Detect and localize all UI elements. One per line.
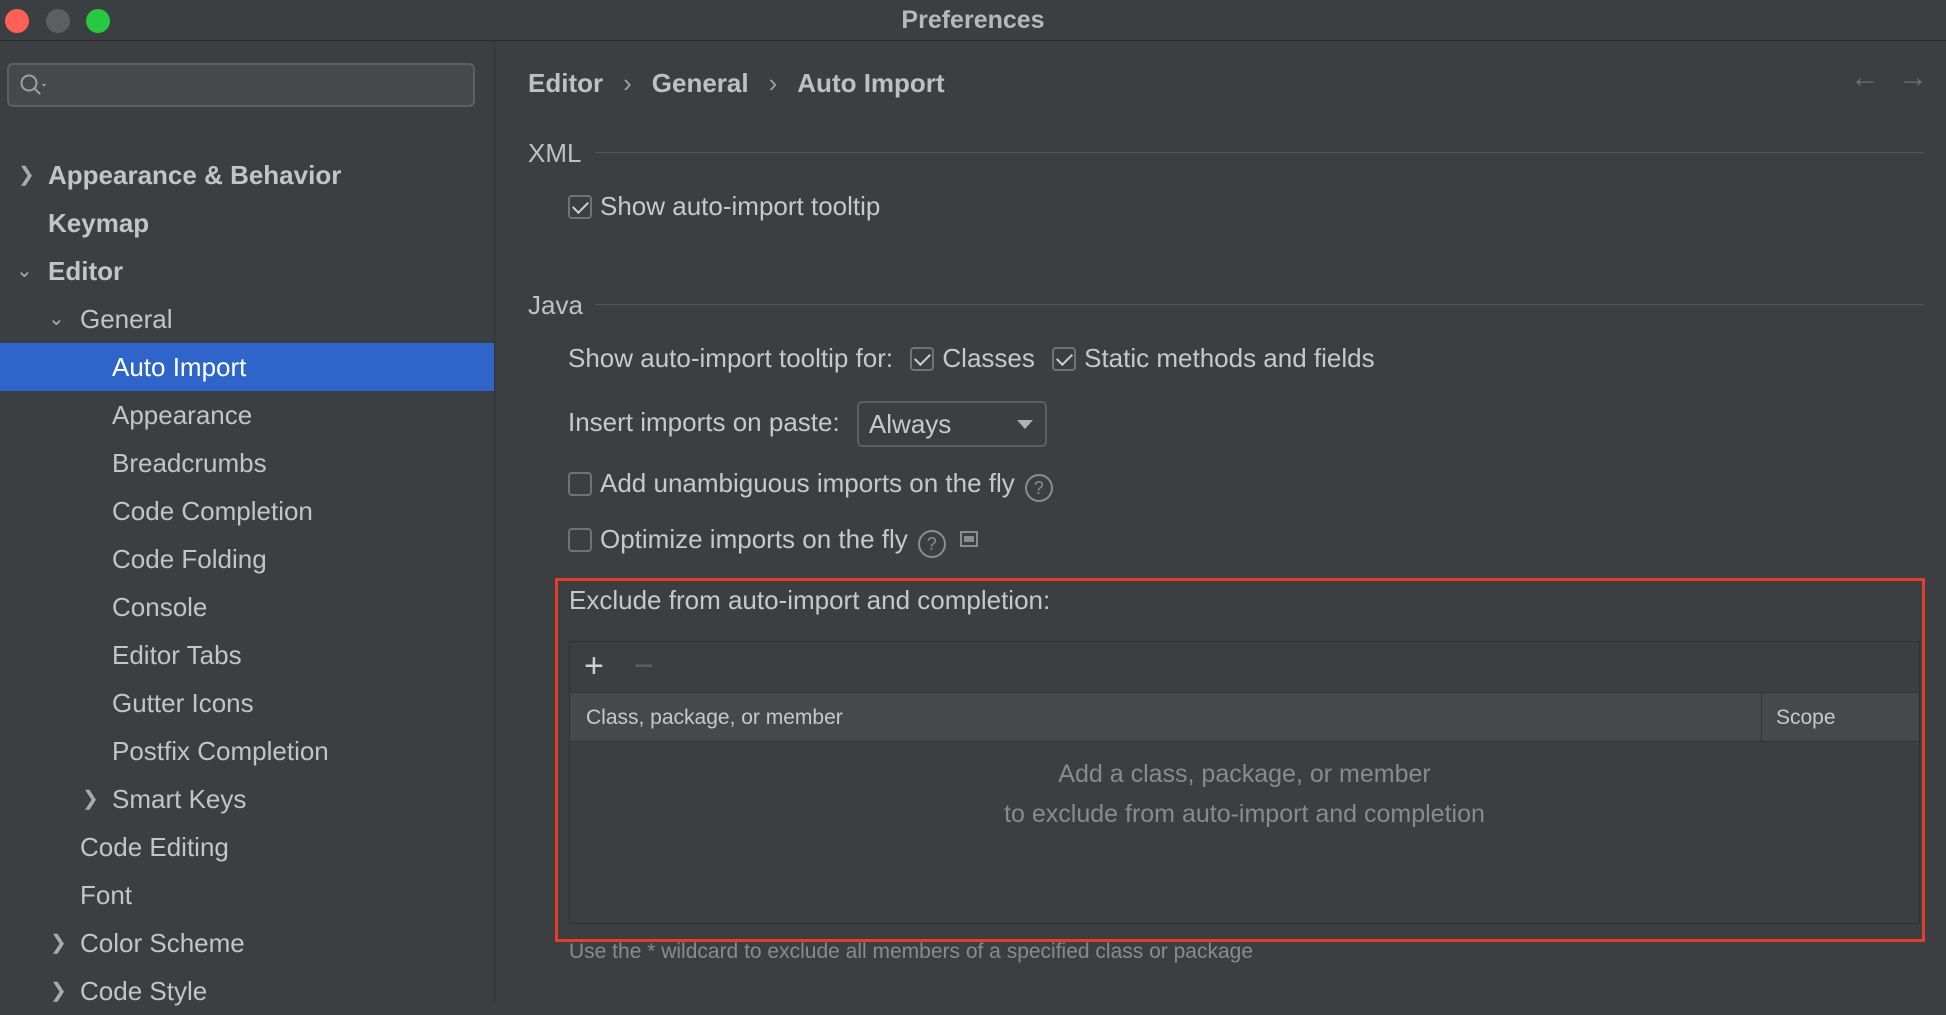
sidebar-item-label: Editor Tabs: [112, 640, 242, 670]
chevron-right-icon: ❯: [82, 788, 99, 810]
sidebar-item-label: Console: [112, 592, 208, 622]
sidebar-item-label: Postfix Completion: [112, 736, 329, 766]
column-header-scope[interactable]: Scope: [1776, 706, 1836, 730]
static-members-label[interactable]: Static methods and fields: [1084, 343, 1375, 373]
sidebar-item-general[interactable]: ⌄ General: [0, 295, 494, 343]
window-title: Preferences: [901, 6, 1045, 34]
history-navigation: ← →: [1832, 61, 1928, 95]
section-divider: [595, 304, 1923, 305]
unambiguous-imports-row[interactable]: Add unambiguous imports on the fly?: [568, 468, 1053, 502]
help-icon[interactable]: ?: [1024, 474, 1053, 502]
checkbox-label: Show auto-import tooltip: [600, 191, 881, 221]
chevron-right-icon: ❯: [50, 932, 67, 954]
sidebar-item-appearance[interactable]: Appearance: [0, 391, 494, 439]
breadcrumb-auto-import: Auto Import: [797, 68, 945, 98]
sidebar-item-keymap[interactable]: Keymap: [0, 199, 494, 247]
settings-search-input[interactable]: [7, 63, 475, 107]
empty-state-line: to exclude from auto-import and completi…: [1004, 800, 1485, 828]
help-icon[interactable]: ?: [917, 530, 946, 558]
sidebar-item-label: Breadcrumbs: [112, 448, 267, 478]
sidebar-item-label: Font: [80, 880, 133, 910]
chevron-right-icon: ❯: [18, 164, 35, 186]
sidebar-item-editor-tabs[interactable]: Editor Tabs: [0, 631, 494, 679]
sidebar-item-label: Color Scheme: [80, 928, 245, 958]
chevron-down-icon: ⌄: [48, 308, 65, 330]
sidebar-item-appearance-behavior[interactable]: ❯ Appearance & Behavior: [0, 151, 494, 199]
sidebar-item-gutter-icons[interactable]: Gutter Icons: [0, 679, 494, 727]
settings-link-icon[interactable]: [959, 531, 978, 547]
wildcard-hint: Use the * wildcard to exclude all member…: [569, 940, 1253, 963]
exclude-label: Exclude from auto-import and completion:: [569, 585, 1051, 615]
static-members-checkbox[interactable]: [1052, 347, 1077, 371]
tooltip-for-label: Show auto-import tooltip for:: [568, 343, 894, 373]
breadcrumb: Editor › General › Auto Import: [528, 68, 945, 99]
sidebar-item-label: Code Completion: [112, 496, 313, 526]
sidebar-item-label: Gutter Icons: [112, 688, 254, 718]
search-icon: [20, 74, 46, 95]
xml-show-tooltip-checkbox[interactable]: [568, 195, 592, 219]
insert-imports-row: Insert imports on paste: Always: [568, 401, 1047, 447]
empty-state-line: Add a class, package, or member: [1058, 760, 1431, 788]
remove-icon[interactable]: −: [634, 648, 654, 684]
column-divider[interactable]: [1761, 693, 1762, 741]
classes-checkbox[interactable]: [910, 347, 935, 371]
sidebar-item-font[interactable]: Font: [0, 871, 494, 919]
checkbox-label: Add unambiguous imports on the fly: [600, 468, 1015, 498]
classes-label[interactable]: Classes: [942, 343, 1034, 373]
sidebar-item-editor[interactable]: ⌄ Editor: [0, 247, 494, 295]
table-empty-state: Add a class, package, or member to exclu…: [570, 754, 1919, 834]
xml-show-tooltip-row[interactable]: Show auto-import tooltip: [568, 191, 880, 222]
exclude-table: + − Class, package, or member Scope Add …: [569, 641, 1920, 924]
unambiguous-imports-checkbox[interactable]: [568, 472, 592, 496]
xml-section-title: XML: [528, 138, 582, 168]
optimize-imports-row[interactable]: Optimize imports on the fly?: [568, 524, 978, 558]
sidebar-item-label: Code Editing: [80, 832, 229, 862]
sidebar-item-smart-keys[interactable]: ❯ Smart Keys: [0, 775, 494, 823]
table-toolbar: + −: [570, 642, 1919, 693]
chevron-down-icon: ⌄: [16, 260, 33, 282]
settings-sidebar: ❯ Appearance & Behavior Keymap ⌄ Editor …: [0, 41, 495, 1006]
chevron-right-icon: ›: [768, 68, 778, 98]
back-arrow-icon[interactable]: ←: [1850, 61, 1880, 94]
sidebar-item-label: Code Folding: [112, 544, 267, 574]
forward-arrow-icon[interactable]: →: [1898, 61, 1928, 94]
chevron-right-icon: ›: [623, 68, 632, 98]
sidebar-item-code-folding[interactable]: Code Folding: [0, 535, 494, 583]
sidebar-item-label: Code Style: [80, 976, 208, 1006]
sidebar-item-label: Smart Keys: [112, 784, 247, 814]
sidebar-item-label: Appearance: [112, 400, 253, 430]
optimize-imports-checkbox[interactable]: [568, 528, 592, 552]
sidebar-item-code-style[interactable]: ❯ Code Style: [0, 967, 494, 1015]
sidebar-item-breadcrumbs[interactable]: Breadcrumbs: [0, 439, 494, 487]
sidebar-item-color-scheme[interactable]: ❯ Color Scheme: [0, 919, 494, 967]
sidebar-item-label: Appearance & Behavior: [48, 160, 342, 190]
breadcrumb-general[interactable]: General: [652, 68, 749, 98]
java-tooltip-for-row: Show auto-import tooltip for: Classes St…: [568, 343, 1375, 374]
sidebar-item-label: Auto Import: [112, 352, 247, 382]
dropdown-arrow-icon: [1016, 420, 1033, 429]
insert-imports-value: Always: [868, 409, 952, 439]
chevron-right-icon: ❯: [50, 980, 67, 1002]
sidebar-item-label: General: [80, 304, 173, 334]
sidebar-item-postfix-completion[interactable]: Postfix Completion: [0, 727, 494, 775]
insert-imports-label: Insert imports on paste:: [568, 406, 840, 437]
add-icon[interactable]: +: [584, 648, 604, 684]
sidebar-item-label: Keymap: [48, 208, 150, 238]
sidebar-item-code-editing[interactable]: Code Editing: [0, 823, 494, 871]
column-header-name[interactable]: Class, package, or member: [586, 706, 843, 730]
checkbox-label: Optimize imports on the fly: [600, 524, 908, 554]
breadcrumb-editor[interactable]: Editor: [528, 68, 603, 98]
insert-imports-select[interactable]: Always: [856, 401, 1047, 447]
sidebar-item-label: Editor: [48, 256, 124, 286]
java-section-title: Java: [528, 290, 583, 320]
sidebar-item-auto-import[interactable]: Auto Import: [0, 343, 494, 391]
title-bar: Preferences: [0, 0, 1946, 41]
table-header: Class, package, or member Scope: [570, 693, 1919, 742]
sidebar-item-console[interactable]: Console: [0, 583, 494, 631]
sidebar-item-code-completion[interactable]: Code Completion: [0, 487, 494, 535]
section-divider: [595, 152, 1923, 153]
